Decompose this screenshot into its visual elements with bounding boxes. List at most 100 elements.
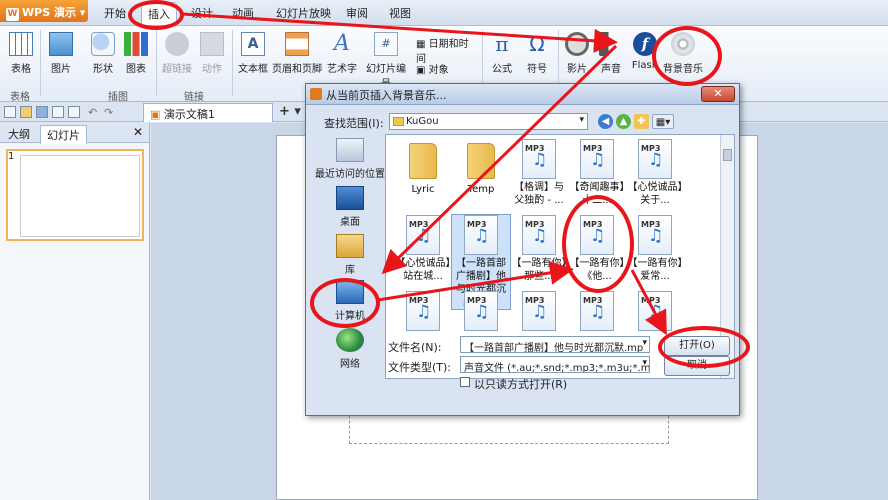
place-label: 最近访问的位置	[315, 169, 385, 180]
place-label: 网络	[340, 359, 360, 370]
movie-button[interactable]: 影片	[562, 32, 592, 75]
music-note-icon: ♫	[416, 302, 432, 322]
file-item[interactable]: Lyric	[394, 139, 452, 196]
mp3-file-icon: MP3 ♫	[522, 215, 556, 255]
redo-icon[interactable]: ↷	[104, 106, 116, 119]
music-note-icon: ♫	[532, 226, 548, 246]
tab-slideshow[interactable]: 幻灯片放映	[276, 5, 331, 21]
file-item[interactable]: MP3 ♫ 【心悦诚品】站在城...	[394, 215, 452, 283]
file-item[interactable]: MP3 ♫ 【一路有你】爱常...	[626, 215, 684, 283]
pane-tabs: 大纲 幻灯片 ✕	[0, 123, 149, 144]
textbox-button[interactable]: A 文本框	[237, 32, 269, 75]
tab-home[interactable]: 开始	[104, 5, 126, 21]
slide-number-button[interactable]: #幻灯片编号	[362, 32, 410, 90]
open-folder-icon[interactable]	[20, 106, 32, 118]
place-desktop[interactable]: 桌面	[311, 186, 389, 228]
print-icon[interactable]	[52, 106, 64, 118]
tab-outline[interactable]: 大纲	[8, 126, 30, 142]
table-icon	[9, 32, 33, 56]
table-button[interactable]: 表格	[8, 32, 34, 75]
app-menu-button[interactable]: W WPS 演示 ▾	[0, 0, 88, 22]
network-icon	[336, 328, 364, 352]
save-icon[interactable]	[36, 106, 48, 118]
object-button[interactable]: ▣ 对象	[416, 61, 456, 76]
tab-design[interactable]: 设计	[191, 5, 213, 21]
insert-music-dialog: 从当前页插入背景音乐... ✕ 查找范围(I): KuGou ▾ ◀ ▲ ✚ ▦▾…	[305, 83, 740, 416]
header-footer-button[interactable]: 页眉和页脚	[272, 32, 322, 75]
symbol-button[interactable]: Ω 符号	[522, 32, 552, 75]
chevron-down-icon: ▾	[642, 338, 647, 348]
slide-thumbnail[interactable]	[6, 149, 144, 241]
picture-label: 图片	[51, 64, 71, 75]
new-tab-icon[interactable]: + ▾	[279, 104, 301, 119]
hyperlink-button[interactable]: 超链接	[160, 32, 194, 75]
textbox-icon: A	[241, 32, 265, 56]
file-item[interactable]: MP3 ♫	[568, 291, 626, 333]
file-item[interactable]: MP3 ♫ 【格调】与父独酌 - ...	[510, 139, 568, 207]
file-item[interactable]: MP3 ♫	[510, 291, 568, 333]
tab-animation[interactable]: 动画	[232, 5, 254, 21]
new-icon[interactable]	[4, 106, 16, 118]
file-name: 【格调】与父独酌 - ...	[514, 182, 564, 206]
file-item[interactable]: Temp	[452, 139, 510, 196]
slide-number: 1	[8, 151, 15, 162]
highlight-ring-open	[658, 326, 750, 368]
undo-icon[interactable]: ↶	[88, 106, 100, 119]
mp3-file-icon: MP3 ♫	[580, 291, 614, 331]
mp3-file-icon: MP3 ♫	[406, 215, 440, 255]
tab-review[interactable]: 审阅	[346, 5, 368, 21]
look-in-value: KuGou	[406, 116, 439, 127]
filename-input[interactable]: 【一路首部广播剧】他与时光都沉默.mp ▾	[460, 336, 650, 353]
formula-button[interactable]: π 公式	[488, 32, 516, 75]
music-note-icon: ♫	[532, 150, 548, 170]
chevron-down-icon: ▾	[642, 358, 647, 368]
omega-icon: Ω	[529, 32, 545, 56]
filetype-value: 声音文件 (*.au;*.snd;*.mp3;*.m3u;*.mi	[464, 363, 650, 373]
header-footer-icon	[285, 32, 309, 56]
scrollbar-thumb[interactable]	[723, 149, 732, 161]
file-item[interactable]: MP3 ♫ 【心悦诚品】关于...	[626, 139, 684, 207]
music-note-icon: ♫	[648, 226, 664, 246]
readonly-checkbox[interactable]	[460, 377, 470, 387]
wordart-icon: A	[334, 31, 350, 56]
chart-icon	[124, 32, 148, 56]
action-button[interactable]: 动作	[198, 32, 226, 75]
chart-button[interactable]: 图表	[122, 32, 150, 75]
group-label-illustration: 插图	[108, 92, 128, 103]
mp3-file-icon: MP3 ♫	[638, 291, 672, 331]
picture-button[interactable]: 图片	[48, 32, 74, 75]
movie-label: 影片	[567, 64, 587, 75]
file-name: 【一路有你】那些...	[511, 258, 567, 282]
speaker-icon	[599, 32, 623, 56]
action-icon	[200, 32, 224, 56]
shape-button[interactable]: 形状	[88, 32, 118, 75]
place-network[interactable]: 网络	[311, 328, 389, 370]
slide-thumbnail-canvas	[20, 155, 140, 237]
filetype-select[interactable]: 声音文件 (*.au;*.snd;*.mp3;*.m3u;*.mi ▾	[460, 356, 650, 373]
back-icon[interactable]: ◀	[598, 114, 613, 129]
sound-label: 声音	[601, 64, 621, 75]
preview-icon[interactable]	[68, 106, 80, 118]
wps-logo-icon: W	[6, 8, 19, 21]
pi-icon: π	[495, 32, 509, 56]
place-library[interactable]: 库	[311, 234, 389, 276]
up-folder-icon[interactable]: ▲	[616, 114, 631, 129]
folder-icon	[467, 143, 495, 179]
place-recent[interactable]: 最近访问的位置	[311, 138, 389, 180]
file-item[interactable]: MP3 ♫	[452, 291, 510, 333]
shape-label: 形状	[93, 64, 113, 75]
file-item[interactable]: MP3 ♫ 【一路有你】那些...	[510, 215, 568, 283]
close-button[interactable]: ✕	[701, 86, 735, 102]
file-item[interactable]: MP3 ♫	[394, 291, 452, 333]
divider	[156, 30, 157, 96]
new-folder-icon[interactable]: ✚	[634, 114, 649, 129]
look-in-select[interactable]: KuGou ▾	[389, 113, 588, 130]
file-item[interactable]: MP3 ♫	[626, 291, 684, 333]
view-menu-icon[interactable]: ▦▾	[652, 114, 674, 129]
close-icon[interactable]: ✕	[133, 125, 143, 139]
wordart-button[interactable]: A 艺术字	[326, 31, 358, 76]
tab-view[interactable]: 视图	[389, 5, 411, 21]
tab-slides[interactable]: 幻灯片	[40, 125, 87, 144]
sound-button[interactable]: 声音	[596, 32, 626, 75]
document-tab[interactable]: ▣ 演示文稿1	[143, 103, 273, 122]
